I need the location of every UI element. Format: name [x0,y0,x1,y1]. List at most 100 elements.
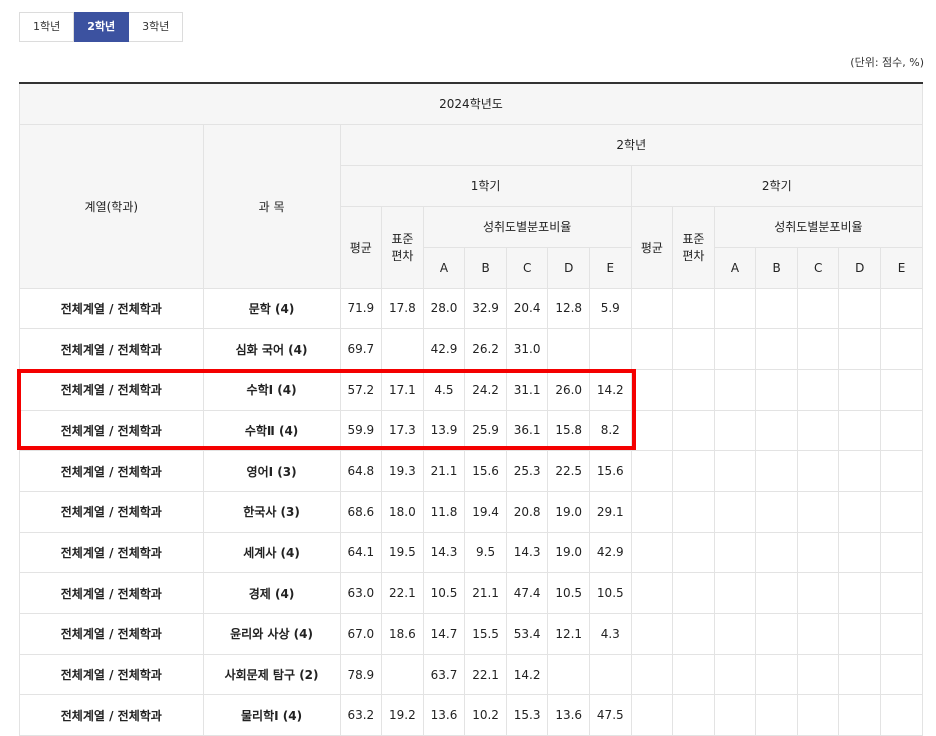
s1-value-cell: 15.5 [464,613,507,655]
semester1-header: 1학기 [339,164,632,207]
s2-value-cell [755,368,798,411]
s1-grade-c-header: C [505,246,549,289]
s1-value-cell: 18.6 [381,613,424,655]
s2-value-cell [713,694,757,736]
table-row: 전체계열 / 전체학과 경제 (4) 63.0 22.1 10.5 21.1 47.4 10.… [19,572,923,614]
s2-value-cell [630,531,674,574]
subject-cell: 한국사 (3) [202,490,341,533]
s2-value-cell [755,572,798,614]
dept-cell: 전체계열 / 전체학과 [19,409,204,452]
s1-value-cell: 59.9 [339,409,383,452]
s2-value-cell [713,450,757,492]
s2-value-cell [755,531,798,574]
s1-value-cell: 21.1 [464,572,507,614]
grade-header: 2학년 [339,123,924,166]
subject-cell: 수학Ⅰ (4) [202,368,341,411]
s2-value-cell [880,531,923,574]
s2-value-cell [713,531,757,574]
s1-value-cell: 13.6 [422,694,466,736]
s1-value-cell: 28.0 [422,287,466,330]
dept-cell: 전체계열 / 전체학과 [19,613,204,655]
s1-value-cell: 19.0 [547,531,590,574]
s1-value-cell: 17.1 [381,368,424,411]
s1-value-cell: 26.2 [464,328,507,370]
s2-value-cell [755,694,798,736]
s2-value-cell [713,653,757,696]
s1-value-cell: 53.4 [505,613,549,655]
s1-value-cell: 22.1 [464,653,507,696]
dept-cell: 전체계열 / 전체학과 [19,490,204,533]
s2-grade-c-header: C [796,246,840,289]
s1-grade-b-header: B [464,246,507,289]
s2-value-cell [713,409,757,452]
table-row: 전체계열 / 전체학과 물리학Ⅰ (4) 63.2 19.2 13.6 10.2 15.3 1… [19,694,923,736]
s2-value-cell [796,328,840,370]
s1-value-cell: 12.8 [547,287,590,330]
s1-grade-e-header: E [589,246,632,289]
s2-value-cell [755,613,798,655]
s2-value-cell [838,287,882,330]
s2-value-cell [713,613,757,655]
s1-value-cell: 15.6 [589,450,632,492]
s2-value-cell [796,409,840,452]
subject-cell: 영어Ⅰ (3) [202,450,341,492]
s1-value-cell: 31.0 [505,328,549,370]
s1-value-cell: 18.0 [381,490,424,533]
s2-value-cell [838,328,882,370]
s1-avg-header: 평균 [339,205,383,289]
s1-value-cell: 22.5 [547,450,590,492]
s2-value-cell [796,368,840,411]
s2-value-cell [755,653,798,696]
subject-cell: 세계사 (4) [202,531,341,574]
dept-header: 계열(학과) [19,123,204,289]
s1-value-cell: 13.9 [422,409,466,452]
s1-value-cell: 11.8 [422,490,466,533]
s1-value-cell: 24.2 [464,368,507,411]
s2-value-cell [713,287,757,330]
subject-cell: 수학Ⅱ (4) [202,409,341,452]
s1-value-cell: 19.2 [381,694,424,736]
s2-value-cell [713,572,757,614]
s1-value-cell: 19.4 [464,490,507,533]
s1-value-cell: 10.5 [422,572,466,614]
tab-grade-2[interactable]: 2학년 [74,12,130,42]
table-row: 전체계열 / 전체학과 수학Ⅱ (4) 59.9 17.3 13.9 25.9 36.1 15… [19,409,923,452]
s2-grade-a-header: A [713,246,757,289]
s2-value-cell [880,694,923,736]
s1-value-cell: 71.9 [339,287,383,330]
s2-value-cell [880,328,923,370]
s1-value-cell: 15.3 [505,694,549,736]
s1-value-cell: 29.1 [589,490,632,533]
subject-header: 과 목 [202,123,341,289]
s2-value-cell [880,490,923,533]
s1-value-cell: 10.2 [464,694,507,736]
s2-value-cell [672,409,715,452]
s1-value-cell: 32.9 [464,287,507,330]
s2-value-cell [672,653,715,696]
table-header: 2024학년도 계열(학과) 과 목 2학년 1학기 2학기 평균 표준 편차 성… [19,82,924,289]
s2-value-cell [755,287,798,330]
s1-value-cell: 20.8 [505,490,549,533]
s2-value-cell [838,450,882,492]
s1-grade-a-header: A [422,246,466,289]
s2-value-cell [672,694,715,736]
s1-value-cell: 63.7 [422,653,466,696]
s2-value-cell [838,653,882,696]
s1-value-cell: 25.3 [505,450,549,492]
table-row: 전체계열 / 전체학과 한국사 (3) 68.6 18.0 11.8 19.4 20.8 19… [19,490,923,533]
dept-cell: 전체계열 / 전체학과 [19,531,204,574]
s2-value-cell [630,653,674,696]
semester2-header: 2학기 [630,164,924,207]
s2-value-cell [838,368,882,411]
table-row: 전체계열 / 전체학과 사회문제 탐구 (2) 78.9 63.7 22.1 14.2 [19,653,923,696]
s1-value-cell: 17.3 [381,409,424,452]
s2-value-cell [672,328,715,370]
s2-value-cell [838,572,882,614]
s2-value-cell [672,613,715,655]
tab-grade-1[interactable]: 1학년 [19,12,75,42]
s2-value-cell [796,694,840,736]
table-row: 전체계열 / 전체학과 세계사 (4) 64.1 19.5 14.3 9.5 14.3 19.… [19,531,923,574]
s2-value-cell [755,328,798,370]
tab-grade-3[interactable]: 3학년 [129,12,184,42]
s1-std-header: 표준 편차 [381,205,424,289]
